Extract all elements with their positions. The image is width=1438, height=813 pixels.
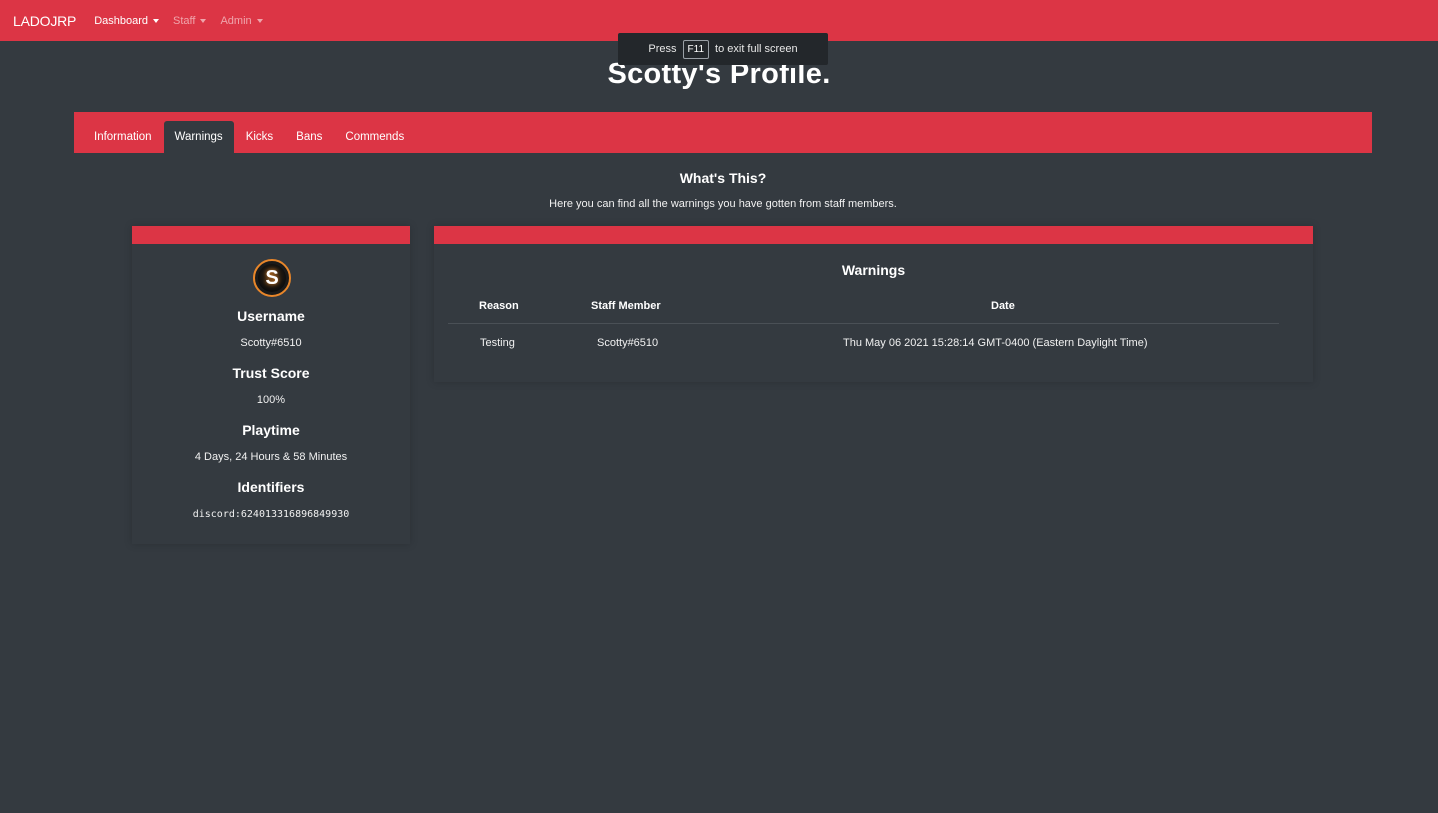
- nav-admin-dropdown[interactable]: Admin: [220, 14, 263, 27]
- tab-bans[interactable]: Bans: [285, 121, 333, 153]
- playtime-value: 4 Days, 24 Hours & 58 Minutes: [194, 451, 348, 463]
- column-header-staff: Staff Member: [591, 300, 661, 312]
- fullscreen-toast: Press F11 to exit full screen: [618, 33, 828, 65]
- tab-information[interactable]: Information: [83, 121, 163, 153]
- tab-commends[interactable]: Commends: [334, 121, 415, 153]
- cell-reason: Testing: [480, 337, 515, 349]
- nav-staff-label: Staff: [173, 14, 196, 27]
- column-header-reason: Reason: [479, 300, 519, 312]
- tab-kicks[interactable]: Kicks: [235, 121, 284, 153]
- nav-dashboard-dropdown[interactable]: Dashboard: [94, 14, 160, 27]
- warnings-card: Warnings Reason Staff Member Date Testin…: [434, 226, 1313, 382]
- nav-staff-dropdown[interactable]: Staff: [173, 14, 207, 27]
- username-value: Scotty#6510: [240, 337, 302, 349]
- toast-prefix: Press: [648, 43, 677, 55]
- cell-date: Thu May 06 2021 15:28:14 GMT-0400 (Easte…: [843, 337, 1148, 349]
- brand-logo[interactable]: LADOJRP: [13, 13, 76, 29]
- f11-key-badge: F11: [682, 39, 710, 59]
- profile-card: S Username Scotty#6510 Trust Score 100% …: [132, 226, 410, 544]
- nav-dashboard-label: Dashboard: [94, 14, 149, 27]
- cell-staff: Scotty#6510: [597, 337, 659, 349]
- profile-tabs: Information Warnings Kicks Bans Commends: [74, 112, 1372, 153]
- trust-score-value: 100%: [256, 394, 286, 406]
- tab-warnings[interactable]: Warnings: [163, 121, 234, 153]
- caret-down-icon: [256, 18, 263, 23]
- nav-admin-label: Admin: [220, 14, 252, 27]
- card-header-bar: [132, 226, 410, 244]
- caret-down-icon: [153, 18, 160, 23]
- toast-suffix: to exit full screen: [715, 43, 798, 55]
- column-header-date: Date: [991, 300, 1015, 312]
- username-label: Username: [237, 308, 305, 324]
- identifier-value: discord:624013316896849930: [192, 509, 350, 520]
- table-divider: [448, 323, 1279, 324]
- avatar-letter: S: [258, 264, 286, 292]
- caret-down-icon: [200, 18, 207, 23]
- warnings-title: Warnings: [841, 262, 906, 278]
- section-heading: What's This?: [679, 170, 767, 186]
- avatar: S: [253, 259, 291, 297]
- identifiers-label: Identifiers: [237, 479, 305, 495]
- section-description: Here you can find all the warnings you h…: [549, 198, 897, 210]
- card-header-bar: [434, 226, 1313, 244]
- page: LADOJRP Dashboard Staff Admin Scotty's P…: [0, 0, 1438, 813]
- trust-score-label: Trust Score: [232, 365, 310, 381]
- playtime-label: Playtime: [242, 422, 300, 438]
